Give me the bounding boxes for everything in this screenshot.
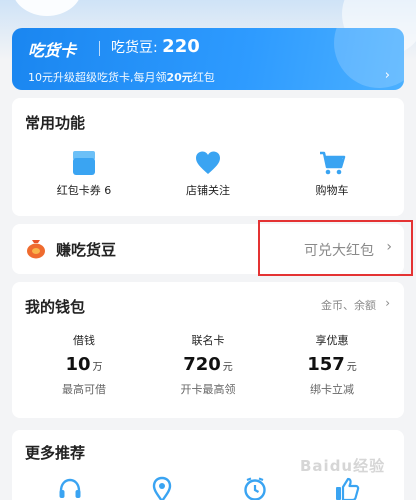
beans-label: 吃货豆: (111, 40, 163, 56)
stat-co-brand-card[interactable]: 联名卡 720 元 开卡最高领 (146, 332, 270, 397)
stat-title: 享优惠 (315, 334, 349, 347)
stat-value-wrap: 157 元 (270, 354, 394, 375)
stat-loan[interactable]: 借钱 10 万 最高可借 (22, 332, 146, 397)
stat-title: 联名卡 (191, 334, 225, 347)
card-divider (99, 41, 100, 56)
earn-beans-title: 赚吃货豆 (56, 241, 117, 259)
headset-icon[interactable] (57, 476, 83, 500)
location-icon[interactable] (149, 476, 175, 500)
func-coupons[interactable]: 红包卡券 6 (24, 150, 144, 198)
heart-icon (196, 151, 220, 174)
stat-unit: 元 (222, 362, 233, 373)
stat-unit: 万 (92, 362, 103, 373)
func-cart[interactable]: 购物车 (272, 150, 392, 198)
common-functions-panel: 常用功能 红包卡券 6 店铺关注 购物车 (12, 98, 404, 216)
beans-value: 220 (162, 36, 200, 57)
clock-icon[interactable] (242, 476, 268, 500)
cart-icon (320, 151, 346, 175)
member-card[interactable]: 吃货卡 吃货豆: 220 10元升级超级吃货卡,每月领20元红包 › (12, 28, 404, 90)
stat-value: 157 (307, 354, 345, 375)
promo-amount: 20元 (166, 71, 193, 84)
stat-value: 10 (65, 354, 91, 375)
promo-suffix: 红包 (192, 71, 215, 84)
member-card-title: 吃货卡 (28, 41, 77, 60)
card-decoration (334, 28, 404, 88)
stat-sub: 最高可借 (62, 383, 106, 396)
watermark: Baidu经验 (300, 457, 386, 475)
chevron-right-icon[interactable]: › (385, 68, 390, 83)
money-bag-icon (27, 240, 45, 259)
highlight-box (258, 220, 413, 276)
stat-title: 借钱 (73, 334, 95, 347)
func-label: 店铺关注 (186, 184, 230, 197)
func-label: 购物车 (315, 184, 349, 197)
upgrade-promo[interactable]: 10元升级超级吃货卡,每月领20元红包 (28, 69, 215, 85)
stat-discount[interactable]: 享优惠 157 元 绑卡立减 (270, 332, 394, 397)
section-title: 更多推荐 (25, 444, 86, 462)
stat-unit: 元 (346, 362, 357, 373)
promo-prefix: 10元升级超级吃货卡,每月领 (28, 71, 167, 84)
wallet-panel: 我的钱包 金币、余额 › 借钱 10 万 最高可借 联名卡 720 元 开卡最高领 … (12, 282, 404, 418)
coupon-icon (73, 151, 95, 175)
thumbs-up-icon[interactable] (334, 476, 360, 500)
stat-sub: 绑卡立减 (310, 383, 354, 396)
stat-value: 720 (183, 354, 221, 375)
stat-value-wrap: 10 万 (22, 354, 146, 375)
func-store-follow[interactable]: 店铺关注 (148, 150, 268, 198)
section-title: 常用功能 (25, 114, 86, 132)
section-title: 我的钱包 (25, 298, 86, 316)
coins-balance-link[interactable]: 金币、余额 (321, 297, 376, 313)
chevron-right-icon[interactable]: › (385, 296, 390, 310)
stat-sub: 开卡最高领 (180, 383, 236, 396)
stat-value-wrap: 720 元 (146, 354, 270, 375)
beans-balance: 吃货豆: 220 (111, 36, 200, 57)
func-label: 红包卡券 6 (56, 184, 112, 197)
